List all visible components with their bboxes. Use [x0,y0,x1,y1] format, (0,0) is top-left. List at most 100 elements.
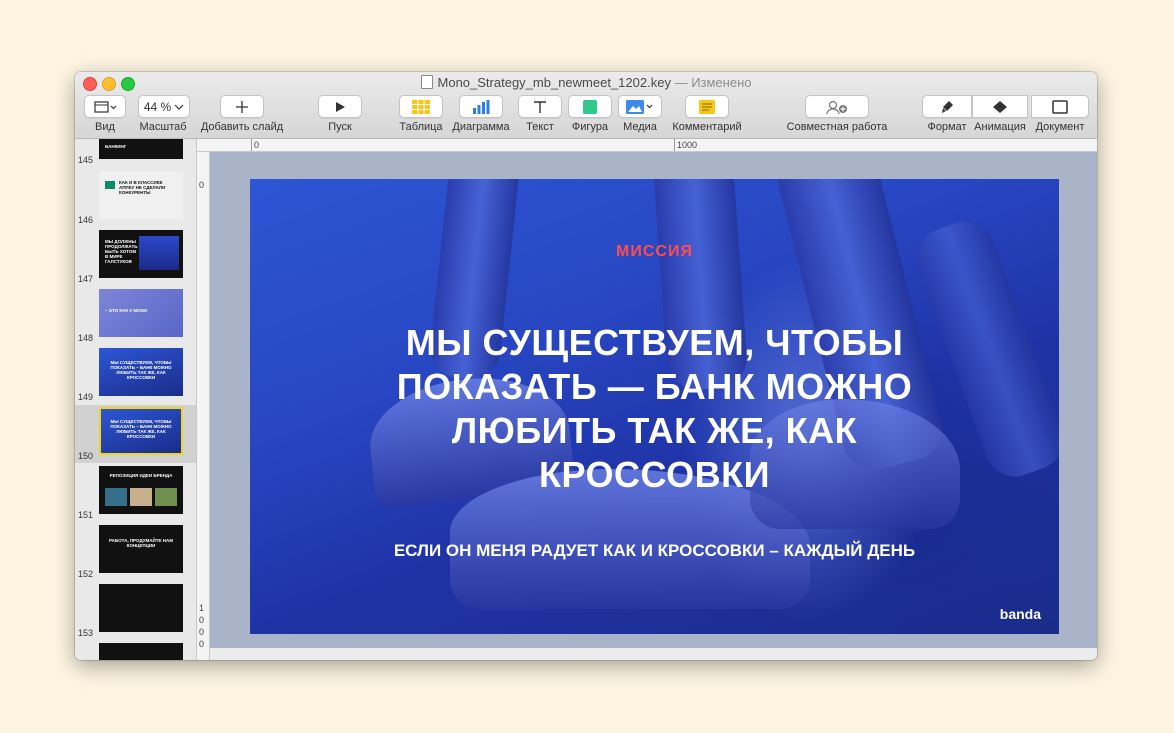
format-tool[interactable]: Формат [922,95,972,133]
slide-thumbnail[interactable]: мы существуем, чтобы показать – банк мож… [99,407,183,455]
slide-thumbnail[interactable]: – это как у mono [99,289,183,337]
plus-icon [236,100,248,113]
table-tool[interactable]: Таблица [399,95,443,133]
shape-label: Фигура [571,121,609,133]
play-button[interactable] [318,95,362,118]
slide-navigator[interactable]: банкинг 145 как и в классике аппку не сд… [75,139,197,660]
collaboration-button[interactable] [805,95,869,118]
edited-status: — Изменено [674,75,752,90]
view-tool[interactable]: Вид [83,95,127,133]
horizontal-ruler: 0 1000 [197,139,1097,152]
slide-canvas[interactable]: МИССИЯ МЫ СУЩЕСТВУЕМ, ЧТОБЫ ПОКАЗАТЬ — Б… [210,152,1097,660]
current-slide[interactable]: МИССИЯ МЫ СУЩЕСТВУЕМ, ЧТОБЫ ПОКАЗАТЬ — Б… [250,179,1059,634]
table-button[interactable] [399,95,443,118]
play-icon [336,101,345,112]
zoom-select[interactable]: 44 % [138,95,190,118]
media-tool[interactable]: Медиа [618,95,662,133]
document-icon [1052,99,1068,114]
add-slide-button[interactable] [220,95,264,118]
slide-number: 153 [78,628,94,638]
slide-thumbnail-row[interactable]: Репозиция идеи бренда 151 [75,464,196,522]
slide-thumbnail-row-selected[interactable]: мы существуем, чтобы показать – банк мож… [75,405,196,463]
slide-thumbnail[interactable]: как и в классике аппку не сделали конкур… [99,171,183,219]
ruler-label: 0 [251,139,259,151]
collaboration-label: Совместная работа [786,121,888,133]
slide-number: 145 [78,155,94,165]
slide-thumbnail-row[interactable]: как и в классике аппку не сделали конкур… [75,169,196,227]
thumb-image [105,181,115,189]
chevron-down-icon [174,104,184,110]
table-icon [412,99,430,114]
titlebar: Mono_Strategy_mb_newmeet_1202.key — Изме… [75,72,1097,139]
slide-thumbnail[interactable]: Работа, продумайте нам концепции [99,525,183,573]
bar-chart-icon [473,99,490,114]
slide-thumbnail-row[interactable]: 153 [75,582,196,640]
document-button[interactable] [1031,95,1089,118]
thumb-image [105,488,127,506]
slide-number: 147 [78,274,94,284]
chart-tool[interactable]: Диаграмма [449,95,513,133]
comment-tool[interactable]: Комментарий [668,95,746,133]
animate-label: Анимация [974,121,1026,133]
slide-thumbnail[interactable]: мы существуем, чтобы показать – банк мож… [99,348,183,396]
animate-tool[interactable]: Анимация [972,95,1028,133]
keynote-window: Mono_Strategy_mb_newmeet_1202.key — Изме… [75,72,1097,660]
slide-number: 151 [78,510,94,520]
slide-thumbnail[interactable] [99,643,183,660]
slide-thumbnail-row[interactable]: – это как у mono 148 [75,287,196,345]
collaboration-tool[interactable]: Совместная работа [780,95,894,133]
thumb-image [130,488,152,506]
animate-diamond-icon [993,100,1007,113]
slide-tagline[interactable]: ЕСЛИ ОН МЕНЯ РАДУЕТ КАК И КРОССОВКИ – КА… [250,541,1059,561]
slide-number: 146 [78,215,94,225]
ruler-label: 0 [199,180,205,190]
sidebar-view-icon [94,100,117,113]
slide-thumbnail-row[interactable]: мы должны продолжать быть хотом в мире г… [75,228,196,286]
slide-thumbnail-row[interactable]: 154 [75,641,196,660]
slide-thumbnail[interactable]: Репозиция идеи бренда [99,466,183,514]
comment-note-icon [699,99,715,114]
text-tool[interactable]: Текст [518,95,562,133]
slide-number: 148 [78,333,94,343]
slide-subtitle-mission[interactable]: МИССИЯ [250,243,1059,261]
comment-label: Комментарий [672,121,742,133]
slide-thumbnail-row[interactable]: Работа, продумайте нам концепции 152 [75,523,196,581]
shape-tool[interactable]: Фигура [568,95,612,133]
slide-number: 152 [78,569,94,579]
add-slide-tool[interactable]: Добавить слайд [198,95,286,133]
add-person-icon [826,100,847,114]
image-icon [626,99,653,114]
window-title: Mono_Strategy_mb_newmeet_1202.key — Изме… [75,75,1097,90]
view-button[interactable] [84,95,126,118]
add-slide-label: Добавить слайд [200,121,284,133]
slide-thumbnail-row[interactable]: банкинг 145 [75,139,196,167]
comment-button[interactable] [685,95,729,118]
chart-button[interactable] [459,95,503,118]
chart-label: Диаграмма [452,121,510,133]
shape-button[interactable] [568,95,612,118]
text-button[interactable] [518,95,562,118]
document-tool[interactable]: Документ [1030,95,1090,133]
ruler-label: 1000 [674,139,697,151]
slide-thumbnail[interactable]: мы должны продолжать быть хотом в мире г… [99,230,183,278]
slide-thumbnail-row[interactable]: мы существуем, чтобы показать – банк мож… [75,346,196,404]
media-label: Медиа [623,121,657,133]
paintbrush-icon [942,100,953,113]
slide-number: 149 [78,392,94,402]
square-shape-icon [583,99,597,114]
play-tool[interactable]: Пуск [318,95,362,133]
brand-logo-text[interactable]: banda [1000,606,1041,622]
ruler-label-stack: 1 0 0 0 [199,603,205,649]
text-label: Текст [526,121,554,133]
slide-thumbnail[interactable] [99,584,183,632]
zoom-tool[interactable]: 44 % Масштаб [138,95,190,133]
thumb-image [139,236,179,270]
animate-button[interactable] [972,95,1028,118]
view-label: Вид [95,121,115,133]
format-label: Формат [927,121,967,133]
slide-thumbnail[interactable]: банкинг [99,139,183,159]
media-button[interactable] [618,95,662,118]
keynote-document-icon [420,75,433,89]
format-button[interactable] [922,95,972,118]
slide-main-heading[interactable]: МЫ СУЩЕСТВУЕМ, ЧТОБЫ ПОКАЗАТЬ — БАНК МОЖ… [340,321,969,497]
